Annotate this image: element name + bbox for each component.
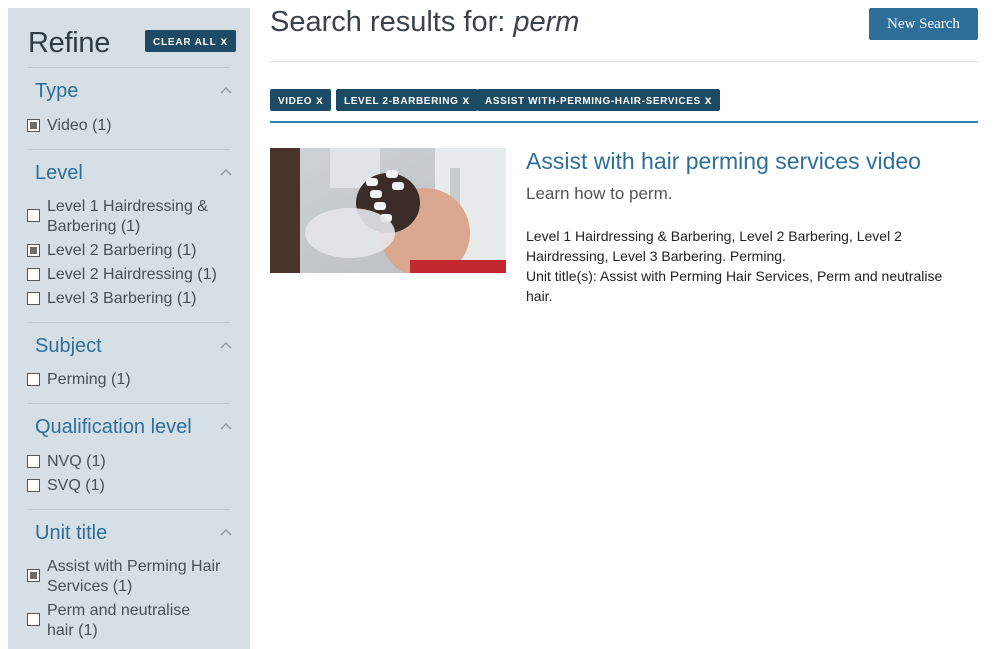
search-query: perm xyxy=(513,6,580,38)
filter-option-level2-hairdressing[interactable]: Level 2 Hairdressing (1) xyxy=(27,265,237,285)
filter-option-label: SVQ (1) xyxy=(47,477,105,494)
result-unit-line: hair. xyxy=(526,288,553,304)
section-title-subject[interactable]: Subject xyxy=(35,335,102,358)
checkbox[interactable] xyxy=(27,292,40,305)
chevron-up-icon[interactable] xyxy=(220,528,232,540)
checkbox-checked[interactable] xyxy=(27,119,40,132)
divider xyxy=(28,67,230,68)
divider xyxy=(28,149,230,150)
divider xyxy=(28,403,230,404)
section-title-level[interactable]: Level xyxy=(35,162,83,185)
chip-label: VIDEO xyxy=(278,96,313,107)
filter-chip-video[interactable]: VIDEO x xyxy=(270,89,332,111)
chip-label: ASSIST WITH-PERMING-HAIR-SERVICES xyxy=(485,96,701,107)
divider xyxy=(28,322,230,323)
filter-option-level2-barbering[interactable]: Level 2 Barbering (1) xyxy=(27,241,237,261)
checkbox[interactable] xyxy=(27,613,40,626)
divider xyxy=(28,509,230,510)
checkbox[interactable] xyxy=(27,209,40,222)
chevron-up-icon[interactable] xyxy=(220,341,232,353)
new-search-button[interactable]: New Search xyxy=(869,8,978,40)
clear-all-button[interactable]: CLEAR ALL x xyxy=(145,30,236,52)
close-icon: x xyxy=(220,34,228,48)
chip-label: LEVEL 2-BARBERING xyxy=(344,96,459,107)
filter-option-label: hair (1) xyxy=(47,622,98,639)
filter-option-level3-barbering[interactable]: Level 3 Barbering (1) xyxy=(27,289,237,309)
filter-option-label: Services (1) xyxy=(47,578,133,595)
result-meta: Level 1 Hairdressing & Barbering, Level … xyxy=(526,226,976,306)
filter-option-label: Level 1 Hairdressing & xyxy=(47,198,208,215)
result-thumbnail-image[interactable] xyxy=(270,148,506,273)
filter-chip-assist-perming[interactable]: ASSIST WITH-PERMING-HAIR-SERVICES x xyxy=(477,89,721,111)
divider xyxy=(270,61,978,62)
filter-option-label: NVQ (1) xyxy=(47,453,106,470)
checkbox[interactable] xyxy=(27,455,40,468)
result-levels-line: Hairdressing, Level 3 Barbering. Perming… xyxy=(526,248,786,264)
filter-option-label: Level 2 Hairdressing (1) xyxy=(47,266,217,283)
filter-option-label: Video (1) xyxy=(47,117,112,134)
checkbox[interactable] xyxy=(27,479,40,492)
filter-option-label: Barbering (1) xyxy=(47,218,141,235)
section-title-unit-title[interactable]: Unit title xyxy=(35,522,107,545)
page-title: Search results for: perm xyxy=(270,6,579,39)
clear-all-label: CLEAR ALL xyxy=(153,37,217,48)
close-icon[interactable]: x xyxy=(316,93,323,107)
chevron-up-icon[interactable] xyxy=(220,86,232,98)
search-prefix: Search results for: xyxy=(270,6,506,38)
filter-option-label: Level 3 Barbering (1) xyxy=(47,290,197,307)
checkbox[interactable] xyxy=(27,268,40,281)
filter-option-level1[interactable]: Level 1 Hairdressing & Barbering (1) xyxy=(27,197,237,237)
filter-option-svq[interactable]: SVQ (1) xyxy=(27,476,237,496)
filter-option-label: Perm and neutralise xyxy=(47,602,191,619)
filter-option-label: Assist with Perming Hair xyxy=(47,558,221,575)
divider xyxy=(270,121,978,123)
filter-option-assist-perming[interactable]: Assist with Perming Hair Services (1) xyxy=(27,557,237,597)
chevron-up-icon[interactable] xyxy=(220,422,232,434)
close-icon[interactable]: x xyxy=(462,93,469,107)
checkbox-checked[interactable] xyxy=(27,569,40,582)
checkbox[interactable] xyxy=(27,373,40,386)
filter-option-nvq[interactable]: NVQ (1) xyxy=(27,452,237,472)
checkbox-checked[interactable] xyxy=(27,244,40,257)
result-levels-line: Level 1 Hairdressing & Barbering, Level … xyxy=(526,228,902,244)
refine-sidebar: Refine CLEAR ALL x Type Video (1) Level L… xyxy=(8,8,250,649)
section-title-type[interactable]: Type xyxy=(35,80,78,103)
close-icon[interactable]: x xyxy=(705,93,712,107)
chevron-up-icon[interactable] xyxy=(220,168,232,180)
refine-heading: Refine xyxy=(28,27,111,59)
result-unit-line: Unit title(s): Assist with Perming Hair … xyxy=(526,268,943,284)
filter-chip-level2-barbering[interactable]: LEVEL 2-BARBERING x xyxy=(336,89,478,111)
filter-option-video[interactable]: Video (1) xyxy=(27,116,237,136)
section-title-qualification-level[interactable]: Qualification level xyxy=(35,416,192,439)
result-title-link[interactable]: Assist with hair perming services video xyxy=(526,148,921,175)
filter-option-label: Level 2 Barbering (1) xyxy=(47,242,197,259)
result-description: Learn how to perm. xyxy=(526,184,673,203)
filter-option-label: Perming (1) xyxy=(47,371,131,388)
filter-option-perming[interactable]: Perming (1) xyxy=(27,370,237,390)
filter-option-perm-neutralise[interactable]: Perm and neutralise hair (1) xyxy=(27,601,237,641)
